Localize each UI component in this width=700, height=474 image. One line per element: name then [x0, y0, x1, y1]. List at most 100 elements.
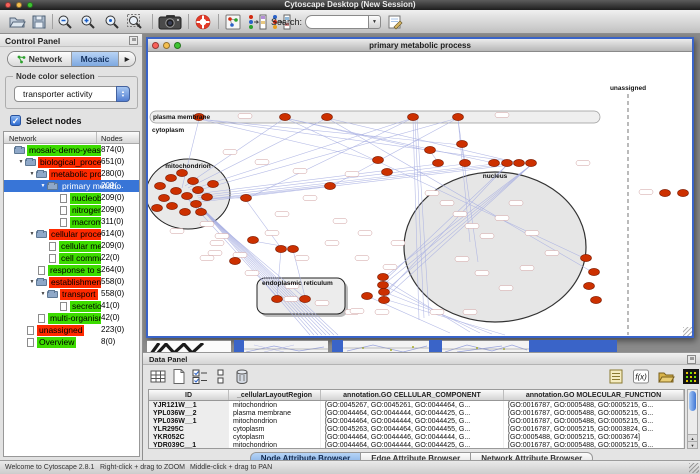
table-cell[interactable]: [GO:0016787, GO:0005488, GO:0005215, G..… [504, 441, 684, 449]
network-node[interactable] [208, 180, 219, 187]
vizmapper-icon[interactable] [247, 13, 267, 31]
network-node[interactable] [248, 236, 259, 243]
network-overview-icon[interactable] [224, 13, 242, 31]
table-cell[interactable]: YJR121W__1 [149, 401, 229, 409]
network-node[interactable] [378, 281, 389, 288]
table-cell[interactable]: YPL036W__1 [149, 417, 229, 425]
table-row[interactable]: YJR121W__1mitochondrion[GO:0045267, GO:0… [149, 401, 684, 409]
network-window-titlebar[interactable]: primary metabolic process [148, 39, 692, 52]
scroll-down-icon[interactable]: ▼ [688, 441, 697, 448]
table-cell[interactable]: [GO:0045267, GO:0045261, GO:0044464, G..… [321, 401, 504, 409]
app-resize-grip[interactable] [689, 463, 699, 473]
expand-triangle-icon[interactable]: ▼ [39, 183, 47, 189]
expand-triangle-icon[interactable]: ▼ [28, 231, 36, 237]
snapshot-icon[interactable] [158, 13, 182, 31]
background-window-fragment[interactable] [147, 340, 231, 352]
expand-triangle-icon[interactable]: ▼ [28, 171, 36, 177]
network-node[interactable] [378, 273, 389, 280]
table-cell[interactable]: YKR052C [149, 433, 229, 441]
network-node[interactable] [241, 194, 252, 201]
tree-row[interactable]: ▼cellular process614(0) [4, 228, 139, 240]
network-node[interactable] [325, 182, 336, 189]
unified-attribute-icon[interactable] [212, 368, 230, 385]
matrix-icon[interactable] [682, 368, 700, 385]
network-node[interactable] [379, 296, 390, 303]
network-node[interactable] [589, 268, 600, 275]
network-node[interactable] [408, 113, 419, 120]
table-cell[interactable]: YDR039C__1 [149, 441, 229, 449]
network-node[interactable] [166, 174, 177, 181]
select-nodes-checkbox[interactable] [10, 115, 21, 126]
zoom-in-icon[interactable] [79, 13, 97, 31]
open-session-icon[interactable] [8, 13, 26, 31]
zoom-out-icon[interactable] [56, 13, 74, 31]
background-window-fragment[interactable] [234, 340, 244, 352]
network-node[interactable] [502, 159, 513, 166]
tree-row[interactable]: cellular metabol209(0) [4, 240, 139, 252]
table-cell[interactable]: mitochondrion [229, 441, 321, 449]
network-node[interactable] [196, 208, 207, 215]
tree-row[interactable]: mosaic-demo-yeast874(0) [4, 144, 139, 156]
table-row[interactable]: YLR295Ccytoplasm[GO:0045263, GO:0044464,… [149, 425, 684, 433]
network-node[interactable] [288, 245, 299, 252]
scrollbar-thumb[interactable] [689, 391, 696, 411]
import-attributes-icon[interactable] [657, 368, 675, 385]
network-node[interactable] [373, 156, 384, 163]
network-node[interactable] [382, 168, 393, 175]
network-node[interactable] [180, 208, 191, 215]
network-node[interactable] [202, 193, 213, 200]
scroll-up-icon[interactable]: ▲ [688, 434, 697, 441]
network-node[interactable] [660, 189, 671, 196]
table-cell[interactable]: YPL036W__2 [149, 409, 229, 417]
network-node[interactable] [155, 182, 166, 189]
network-node[interactable] [171, 187, 182, 194]
table-column-header[interactable]: _cellularLayoutRegion [229, 390, 321, 400]
network-node[interactable] [230, 257, 241, 264]
background-window-fragment[interactable] [244, 340, 328, 352]
network-node[interactable] [193, 186, 204, 193]
network-node[interactable] [177, 169, 188, 176]
tree-row[interactable]: nitrogen compo209(0) [4, 204, 139, 216]
tree-row[interactable]: ▼transport558(0) [4, 288, 139, 300]
network-node[interactable] [678, 189, 689, 196]
network-node[interactable] [276, 245, 287, 252]
select-attributes-icon[interactable] [149, 368, 167, 385]
network-node[interactable] [433, 159, 444, 166]
table-cell[interactable]: [GO:0016787, GO:0005215, GO:0003824, G..… [504, 425, 684, 433]
network-node[interactable] [167, 202, 178, 209]
tab-overflow-arrow-icon[interactable]: ▶ [119, 52, 135, 66]
network-node[interactable] [453, 113, 464, 120]
tree-col-network[interactable]: Network [4, 132, 97, 143]
tree-row[interactable]: nucleobase-209(0) [4, 192, 139, 204]
tree-row[interactable]: Overview8(0) [4, 336, 139, 348]
background-window-fragment[interactable] [529, 340, 617, 352]
tree-row[interactable]: ▼establishment of lo558(0) [4, 276, 139, 288]
expand-triangle-icon[interactable]: ▼ [28, 279, 36, 285]
network-node[interactable] [425, 146, 436, 153]
help-icon[interactable] [194, 13, 212, 31]
tree-row[interactable]: macromolecule311(0) [4, 216, 139, 228]
network-node[interactable] [272, 295, 283, 302]
tree-row[interactable]: multi-organism pro42(0) [4, 312, 139, 324]
network-node[interactable] [581, 254, 592, 261]
network-node[interactable] [362, 292, 373, 299]
tab-mosaic[interactable]: Mosaic [72, 52, 119, 66]
search-input[interactable] [305, 15, 368, 29]
background-window-fragment[interactable] [429, 340, 442, 352]
expand-triangle-icon[interactable]: ▼ [39, 291, 47, 297]
table-cell[interactable]: plasma membrane [229, 409, 321, 417]
function-builder-icon[interactable]: f(x) [632, 368, 650, 385]
table-cell[interactable]: mitochondrion [229, 417, 321, 425]
float-panel-icon[interactable] [687, 355, 696, 364]
network-node[interactable] [457, 140, 468, 147]
network-node[interactable] [300, 295, 311, 302]
tree-row[interactable]: ▼primary metabo209(... [4, 180, 139, 192]
network-node[interactable] [584, 282, 595, 289]
tree-row[interactable]: ▼biological_process651(0) [4, 156, 139, 168]
zoom-selected-icon[interactable] [103, 13, 121, 31]
tree-row[interactable]: secretion41(0) [4, 300, 139, 312]
network-node[interactable] [514, 159, 525, 166]
network-node[interactable] [159, 194, 170, 201]
table-cell[interactable]: [GO:0045263, GO:0044464, GO:0044455, G..… [321, 425, 504, 433]
tab-network[interactable]: Network [8, 52, 72, 66]
